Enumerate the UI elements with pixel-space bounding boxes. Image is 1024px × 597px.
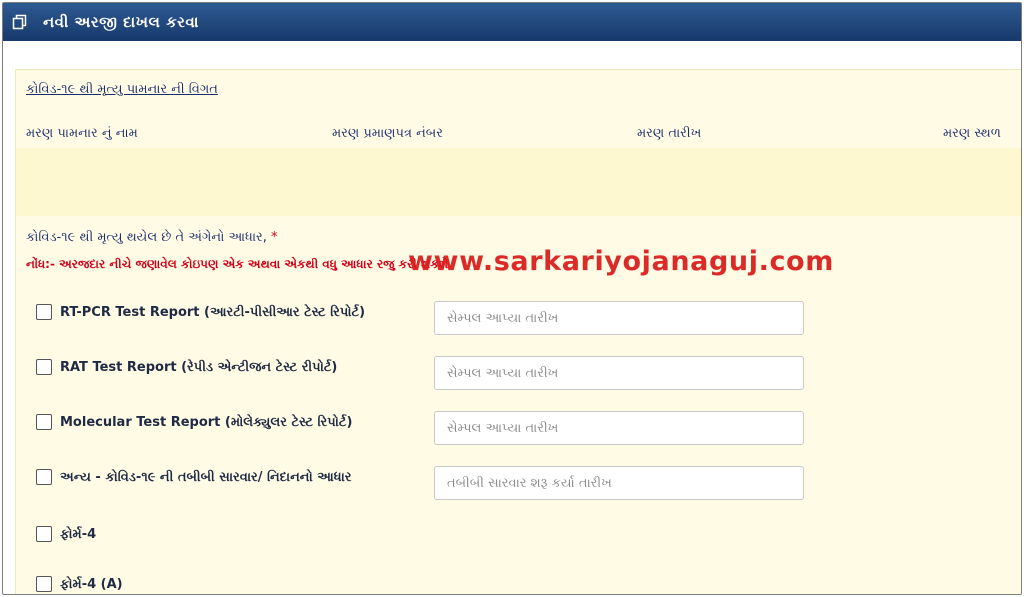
basis-label: કોવિડ-૧૯ થી મૃત્યુ થયેલ છે તે અંગેનો આધા… <box>26 230 278 245</box>
option-molecular: Molecular Test Report (મોલેક્યુલર ટેસ્ટ … <box>36 410 352 434</box>
deceased-section-title: કોવિડ-૧૯ થી મૃત્યુ પામનાર ની વિગત <box>26 82 218 97</box>
column-header-place: મરણ સ્થળ <box>943 126 1001 141</box>
required-mark: * <box>271 230 278 245</box>
column-header-name: મરણ પામનાર નું નામ <box>26 126 138 141</box>
copy-icon <box>11 13 29 31</box>
molecular-sample-date-input[interactable]: સેમ્પલ આપ્યા તારીખ <box>434 411 804 445</box>
option-form-4a: ફોર્મ-4 (A) <box>36 572 123 594</box>
form-4a-checkbox[interactable] <box>36 576 52 592</box>
other-treatment-label: અન્ય - કોવિડ-૧૯ ની તબીબી સારવાર/ નિદાનનો… <box>60 469 352 485</box>
form-4-checkbox[interactable] <box>36 526 52 542</box>
form-4a-label: ફોર્મ-4 (A) <box>60 576 123 592</box>
rat-sample-date-input[interactable]: સેમ્પલ આપ્યા તારીખ <box>434 356 804 390</box>
column-header-certificate-number: મરણ પ્રમાણપત્ર નંબર <box>332 126 443 141</box>
rt-pcr-label: RT-PCR Test Report (આરટી-પીસીઆર ટેસ્ટ રિ… <box>60 304 366 320</box>
form-4-label: ફોર્મ-4 <box>60 526 97 542</box>
option-rt-pcr: RT-PCR Test Report (આરટી-પીસીઆર ટેસ્ટ રિ… <box>36 300 365 324</box>
application-window: નવી અરજી દાખલ કરવા કોવિડ-૧૯ થી મૃત્યુ પા… <box>2 2 1022 595</box>
title-bar: નવી અરજી દાખલ કરવા <box>3 3 1021 41</box>
deceased-details-row <box>16 148 1021 216</box>
page-title: નવી અરજી દાખલ કરવા <box>43 13 199 31</box>
rat-label: RAT Test Report (રેપીડ એન્ટીજન ટેસ્ટ રીપ… <box>60 359 338 375</box>
option-form-4: ફોર્મ-4 <box>36 522 96 546</box>
other-treatment-checkbox[interactable] <box>36 469 52 485</box>
treatment-start-date-input[interactable]: તબીબી સારવાર શરૂ કર્યા તારીખ <box>434 466 804 500</box>
basis-note: નોંધ:- અરજદાર નીચે જણાવેલ કોઇપણ એક અથવા … <box>26 257 448 271</box>
rt-pcr-checkbox[interactable] <box>36 304 52 320</box>
molecular-checkbox[interactable] <box>36 414 52 430</box>
molecular-label: Molecular Test Report (મોલેક્યુલર ટેસ્ટ … <box>60 414 353 430</box>
rt-pcr-sample-date-input[interactable]: સેમ્પલ આપ્યા તારીખ <box>434 301 804 335</box>
option-other-treatment: અન્ય - કોવિડ-૧૯ ની તબીબી સારવાર/ નિદાનનો… <box>36 465 351 489</box>
option-rat: RAT Test Report (રેપીડ એન્ટીજન ટેસ્ટ રીપ… <box>36 355 337 379</box>
column-header-date: મરણ તારીખ <box>637 126 702 141</box>
watermark: www.sarkariyojanaguj.com <box>408 246 834 277</box>
basis-label-text: કોવિડ-૧૯ થી મૃત્યુ થયેલ છે તે અંગેનો આધા… <box>26 230 267 245</box>
rat-checkbox[interactable] <box>36 359 52 375</box>
form-panel: કોવિડ-૧૯ થી મૃત્યુ પામનાર ની વિગત મરણ પા… <box>15 69 1021 594</box>
